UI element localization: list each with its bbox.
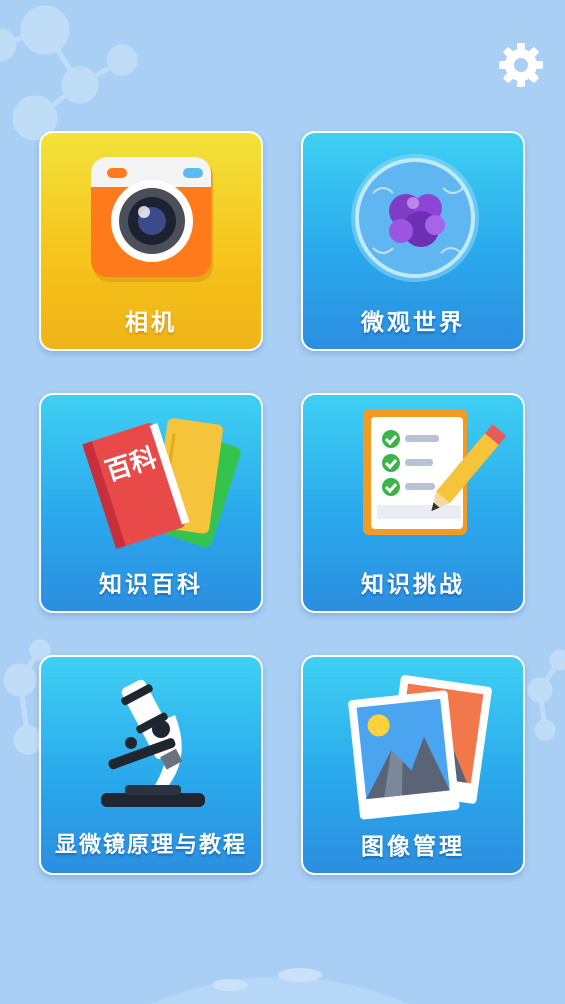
settings-button[interactable] <box>497 41 545 89</box>
photo-gallery-icon <box>348 675 492 820</box>
tile-label: 显微镜原理与教程 <box>54 833 247 858</box>
camera-tile[interactable]: 相机 <box>39 131 263 351</box>
encyclopedia-book-icon: 百科 <box>82 418 241 549</box>
gear-icon <box>499 43 543 87</box>
camera-icon <box>91 157 213 282</box>
tile-label: 知识百科 <box>99 572 203 598</box>
image-manager-tile[interactable]: 图像管理 <box>301 655 525 875</box>
tile-label: 图像管理 <box>361 834 465 860</box>
microscope-tutorial-tile[interactable]: 显微镜原理与教程 <box>39 655 263 875</box>
quiz-checklist-icon <box>363 409 507 535</box>
tile-label: 微观世界 <box>361 310 465 336</box>
microscope-icon <box>101 679 205 807</box>
cell-icon <box>351 154 479 282</box>
tile-label: 知识挑战 <box>361 572 465 598</box>
encyclopedia-tile[interactable]: 百科 知识百科 <box>39 393 263 613</box>
micro-world-tile[interactable]: 微观世界 <box>301 131 525 351</box>
tile-label: 相机 <box>125 310 177 336</box>
knowledge-challenge-tile[interactable]: 知识挑战 <box>301 393 525 613</box>
